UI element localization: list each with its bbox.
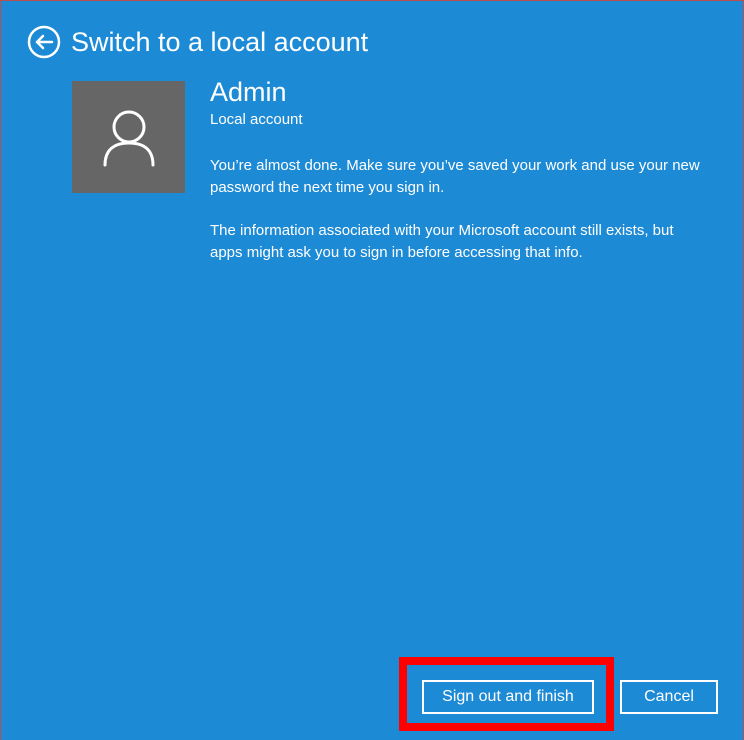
account-type: Local account bbox=[210, 111, 303, 128]
sign-out-and-finish-button[interactable]: Sign out and finish bbox=[422, 680, 594, 714]
page-header: Switch to a local account bbox=[27, 25, 368, 59]
avatar bbox=[72, 81, 185, 193]
back-arrow-icon[interactable] bbox=[27, 25, 61, 59]
info-message-2: The information associated with your Mic… bbox=[210, 222, 674, 261]
cancel-button[interactable]: Cancel bbox=[620, 680, 718, 714]
user-name: Admin bbox=[210, 77, 287, 107]
page-title: Switch to a local account bbox=[71, 27, 369, 57]
info-message-1: You’re almost done. Make sure you’ve sav… bbox=[210, 157, 700, 196]
user-icon bbox=[103, 110, 154, 167]
user-info: Admin Local account You’re almost done. … bbox=[210, 75, 710, 264]
